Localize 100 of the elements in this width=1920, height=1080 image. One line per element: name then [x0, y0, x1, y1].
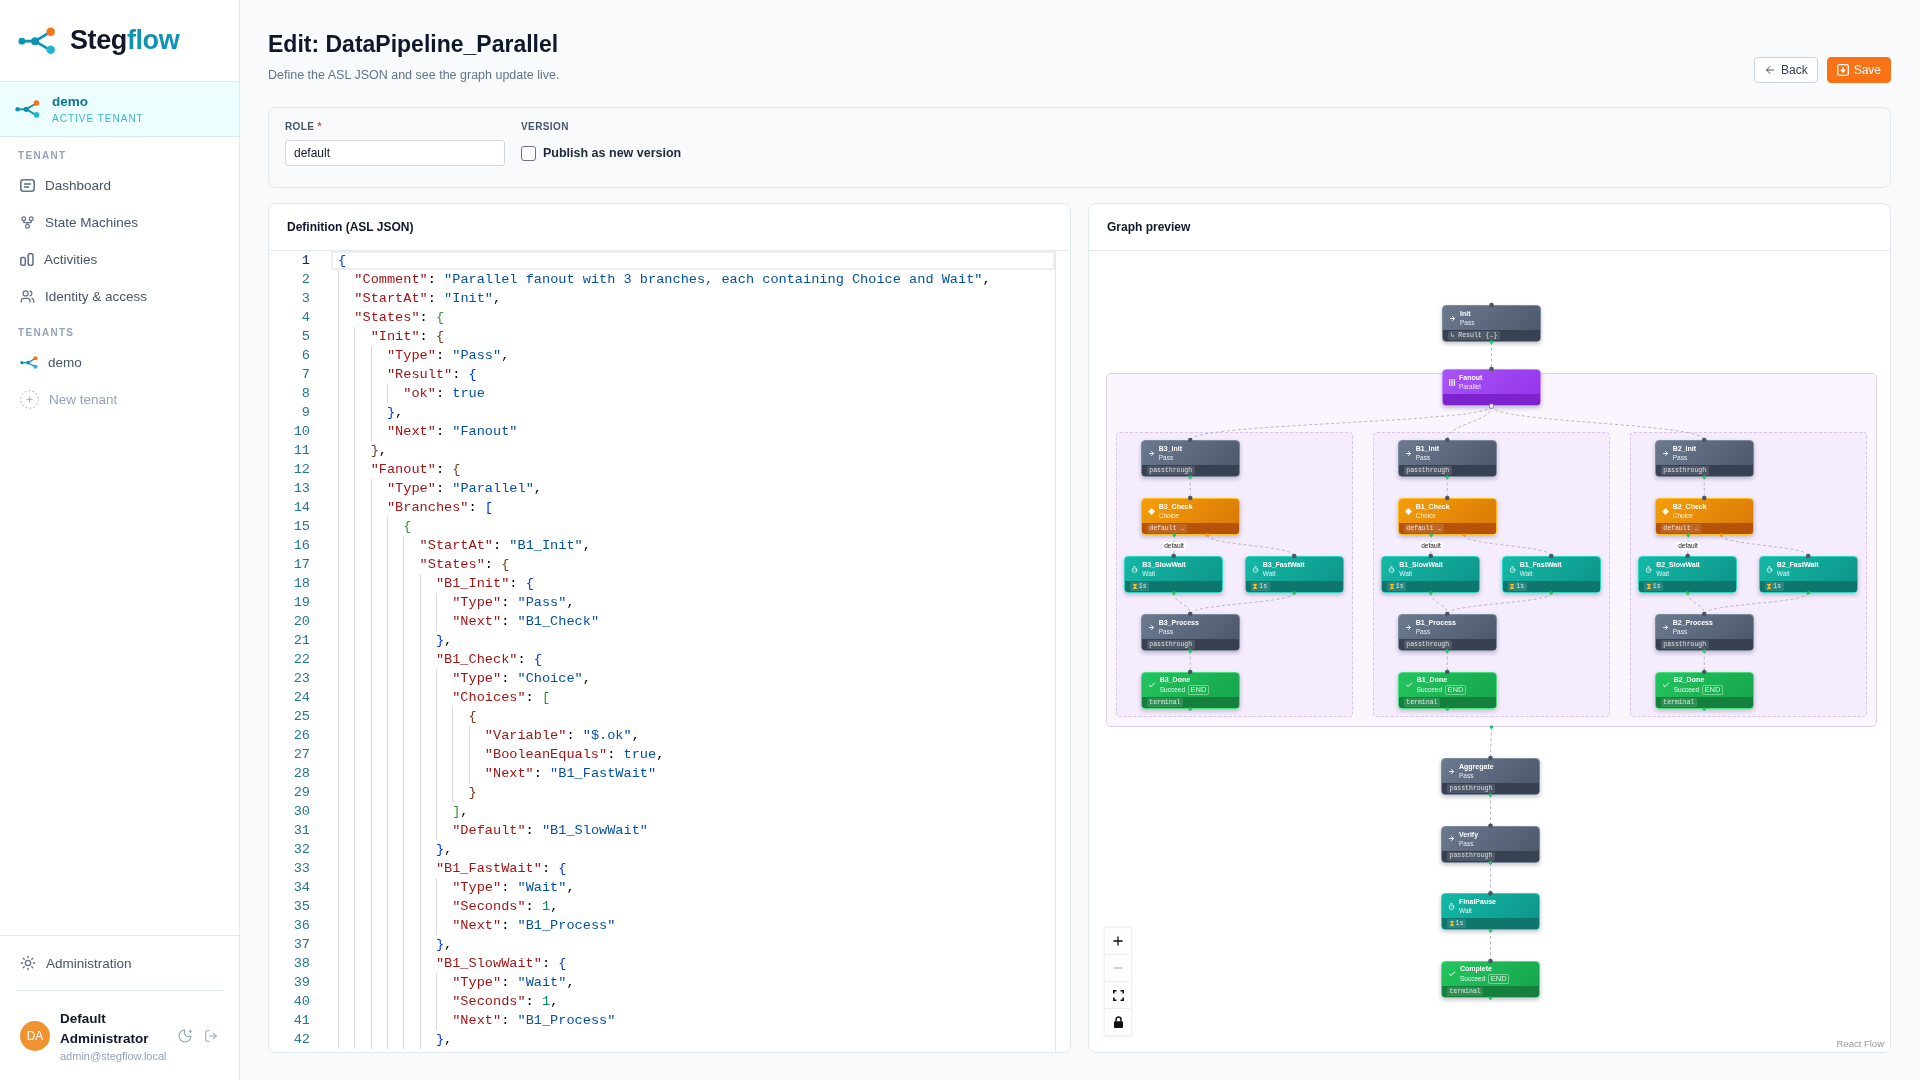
handle-dot[interactable] — [1806, 591, 1811, 595]
handle-dot[interactable] — [1171, 553, 1177, 559]
handle-dot[interactable] — [1488, 823, 1493, 828]
handle-dot[interactable] — [1702, 475, 1707, 479]
handle-dot[interactable] — [1489, 302, 1494, 308]
handle-dot[interactable] — [1685, 591, 1690, 595]
nav-item[interactable]: Identity & access — [0, 278, 239, 315]
handle-dot[interactable] — [1702, 707, 1707, 711]
line-number: 14 — [292, 499, 311, 517]
handle-dot[interactable] — [1171, 591, 1176, 595]
code-line: }, — [435, 1031, 453, 1049]
handle-dot[interactable] — [1489, 725, 1494, 729]
handle-dot[interactable] — [1489, 366, 1494, 372]
handle-dot[interactable] — [1292, 591, 1297, 595]
role-input[interactable]: default — [285, 140, 505, 166]
nav-item[interactable]: demo — [0, 344, 239, 381]
handle-dot[interactable] — [1549, 591, 1554, 595]
handle-dot[interactable] — [1444, 611, 1450, 617]
handle-dot[interactable] — [1701, 611, 1707, 617]
handle-dot[interactable] — [1686, 533, 1691, 537]
handle-dot[interactable] — [1428, 591, 1433, 595]
handle-dot[interactable] — [1428, 553, 1434, 559]
line-number: 3 — [300, 290, 311, 308]
line-number: 5 — [300, 328, 311, 346]
handle-dot[interactable] — [1444, 437, 1450, 443]
handle-dot[interactable] — [1701, 669, 1707, 675]
handle-dot[interactable] — [1445, 475, 1450, 479]
handle-dot[interactable] — [1488, 860, 1493, 865]
code-line: "Type": "Parallel", — [386, 480, 542, 498]
line-number: 2 — [300, 271, 311, 289]
theme-toggle-button[interactable] — [176, 1027, 193, 1044]
handle-dot[interactable] — [1685, 553, 1691, 559]
handle-dot[interactable] — [1188, 475, 1193, 479]
arrow-right-icon — [1661, 449, 1669, 457]
code-line: }, — [435, 936, 453, 954]
handle-dot[interactable] — [1187, 437, 1193, 443]
handle-dot[interactable] — [1445, 649, 1450, 653]
code-line: "B1_SlowWait": { — [435, 955, 567, 973]
handle-dot[interactable] — [1488, 996, 1493, 1000]
code-line: "Result": { — [386, 366, 477, 384]
back-button[interactable]: Back — [1753, 57, 1818, 83]
handle-dot[interactable] — [1548, 553, 1554, 559]
nav-item[interactable]: New tenant — [0, 381, 239, 418]
handle-dot[interactable] — [1205, 533, 1210, 537]
handle-dot[interactable] — [1291, 553, 1297, 559]
zoom-in-button[interactable] — [1105, 928, 1131, 955]
line-number: 27 — [292, 746, 311, 764]
handle-dot[interactable] — [1488, 958, 1493, 964]
checkbox[interactable] — [521, 145, 536, 161]
handle-dot[interactable] — [1488, 891, 1493, 896]
handle-dot[interactable] — [1489, 340, 1494, 344]
handle-dot[interactable] — [1805, 553, 1811, 559]
nav-item[interactable]: Dashboard — [0, 167, 239, 204]
page-title: Edit: DataPipeline_Parallel — [268, 30, 560, 59]
check-icon — [1147, 681, 1156, 689]
nav-item[interactable]: State Machines — [0, 204, 239, 241]
attribution-link[interactable]: React Flow — [1834, 1038, 1886, 1049]
users-icon — [20, 289, 35, 304]
handle-dot[interactable] — [1462, 533, 1467, 537]
code-line: } — [468, 784, 477, 802]
code-line: "States": { — [354, 309, 445, 327]
nav-item[interactable]: Administration — [0, 936, 239, 990]
handle-dot[interactable] — [1701, 495, 1707, 501]
moon-icon — [176, 1027, 193, 1044]
tenant-logo-icon — [15, 100, 40, 118]
handle-dot[interactable] — [1444, 669, 1450, 675]
handle-dot[interactable] — [1188, 649, 1193, 653]
plus-icon — [1111, 934, 1125, 948]
handle-dot[interactable] — [1172, 533, 1177, 537]
line-number: 23 — [292, 670, 311, 688]
handle-dot[interactable] — [1488, 755, 1493, 761]
line-number: 25 — [292, 708, 311, 726]
line-number: 18 — [292, 575, 311, 593]
lock-button[interactable] — [1105, 1009, 1131, 1036]
fit-view-button[interactable] — [1105, 982, 1131, 1009]
handle-dot[interactable] — [1187, 495, 1193, 501]
sun-icon — [20, 955, 36, 971]
handle-dot[interactable] — [1187, 611, 1193, 617]
handle-dot[interactable] — [1188, 707, 1193, 711]
save-button[interactable]: Save — [1826, 57, 1891, 83]
user-avatar: DA — [20, 1020, 50, 1051]
handle-dot[interactable] — [1445, 707, 1450, 711]
nav-item[interactable]: Activities — [0, 241, 239, 278]
handle-dot[interactable] — [1187, 669, 1193, 675]
handle-dot[interactable] — [1429, 533, 1434, 537]
line-number: 8 — [300, 385, 311, 403]
handle-dot[interactable] — [1719, 533, 1724, 537]
diamond-icon — [1404, 507, 1412, 515]
edge-line — [1446, 476, 1448, 499]
handle-dot[interactable] — [1701, 437, 1707, 443]
handle-dot[interactable] — [1444, 495, 1450, 501]
handle-dot[interactable] — [1488, 793, 1493, 797]
bars-icon — [1449, 378, 1455, 386]
code-line: "B1_Init": { — [435, 575, 534, 593]
line-number: 39 — [292, 974, 311, 992]
handle-dot[interactable] — [1702, 649, 1707, 653]
handle-dot[interactable] — [1488, 928, 1493, 933]
active-tenant-panel[interactable]: demo ACTIVE TENANT — [0, 81, 239, 137]
fit-view-icon — [1112, 989, 1124, 1001]
logo-icon — [18, 26, 56, 55]
